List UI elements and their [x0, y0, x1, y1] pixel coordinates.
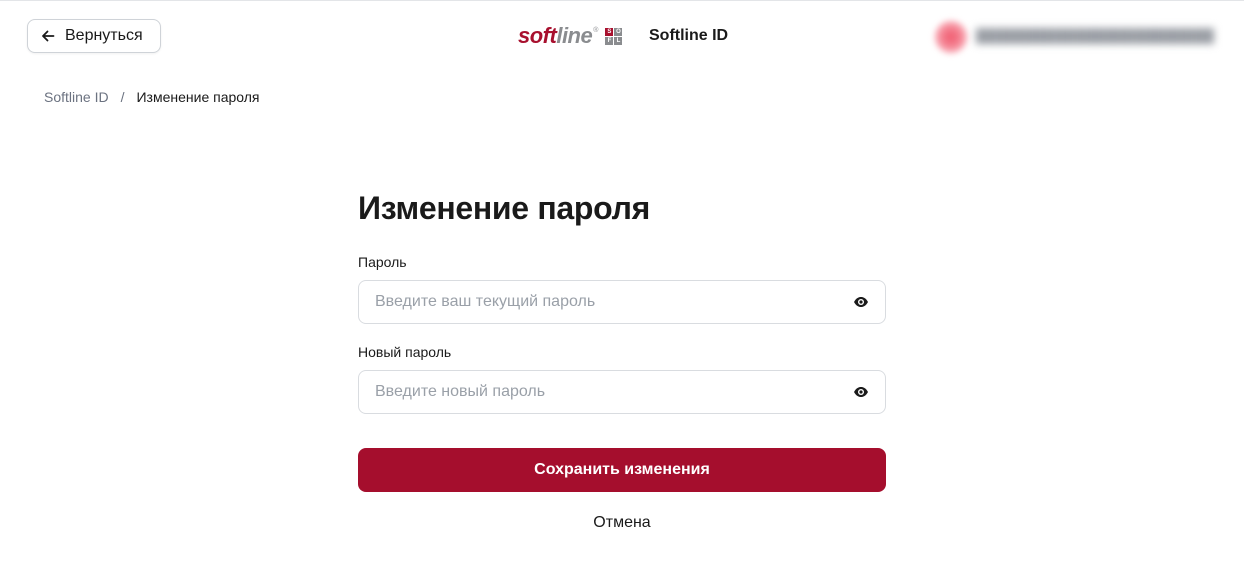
breadcrumb-separator: / [120, 89, 125, 105]
back-button-label: Вернуться [65, 27, 143, 44]
avatar [934, 20, 968, 54]
softline-logo[interactable]: softline [518, 25, 593, 47]
save-button[interactable]: Сохранить изменения [358, 448, 886, 492]
cancel-button[interactable]: Отмена [358, 514, 886, 532]
account-email: ████████████████████████ [976, 28, 1215, 44]
new-password-label: Новый пароль [358, 344, 452, 360]
breadcrumb-current: Изменение пароля [136, 89, 260, 105]
back-button[interactable]: Вернуться [27, 19, 161, 53]
arrow-left-icon [42, 30, 55, 42]
change-password-form: Изменение пароля Пароль Новый пароль Сох… [358, 188, 886, 531]
breadcrumb-root-link[interactable]: Softline ID [44, 89, 109, 105]
eye-icon[interactable] [853, 384, 869, 400]
sofl-mark: S O F L [605, 27, 623, 45]
registered-mark: ® [593, 27, 599, 34]
page-title: Изменение пароля [358, 190, 651, 226]
password-label: Пароль [358, 254, 407, 270]
account-menu[interactable]: ████████████████████████ [930, 14, 1222, 60]
breadcrumb: Softline ID / Изменение пароля [44, 89, 260, 105]
password-input[interactable] [375, 281, 835, 323]
header: Вернуться softline ® S O F L Softline ID… [0, 0, 1244, 72]
eye-icon[interactable] [853, 294, 869, 310]
app-name: Softline ID [649, 27, 729, 44]
brand: softline ® S O F L Softline ID [518, 25, 728, 47]
new-password-field-box [358, 370, 886, 414]
new-password-input[interactable] [375, 371, 835, 413]
password-field-box [358, 280, 886, 324]
